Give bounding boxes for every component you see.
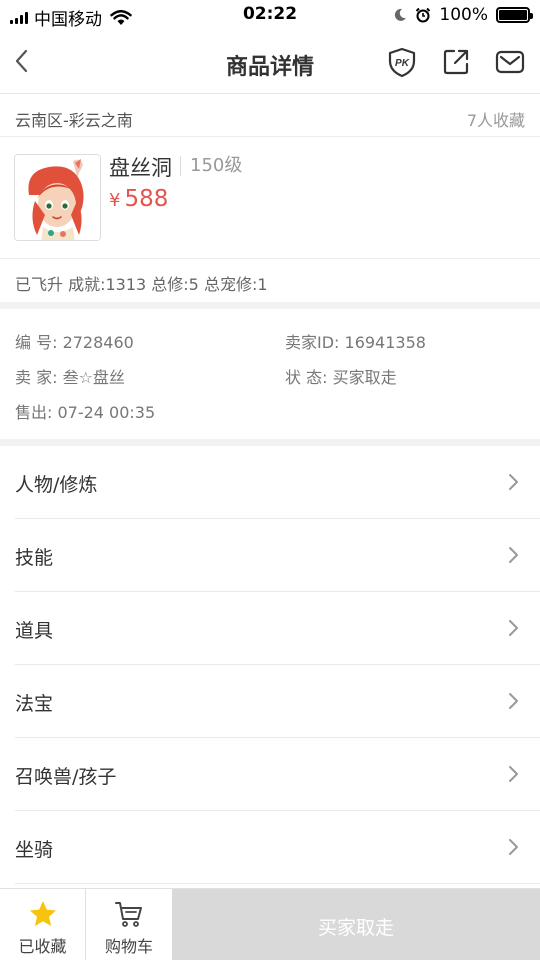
moon-icon bbox=[395, 8, 407, 21]
seller-id: 卖家ID: 16941358 bbox=[285, 333, 426, 352]
character-name: 盘丝洞 bbox=[109, 156, 172, 180]
message-icon[interactable] bbox=[494, 46, 526, 78]
sold-time: 售出: 07-24 00:35 bbox=[15, 403, 156, 422]
favorite-label: 已收藏 bbox=[18, 937, 67, 956]
product-summary[interactable]: 盘丝洞 150级 ¥588 bbox=[0, 137, 540, 258]
buy-button[interactable]: 买家取走 bbox=[172, 889, 540, 960]
character-avatar[interactable] bbox=[14, 154, 101, 241]
price-symbol: ¥ bbox=[109, 190, 121, 211]
order-info: 编 号: 2728460 卖家ID: 16941358 卖 家: 叁☆盘丝 状 … bbox=[0, 309, 540, 439]
server-name: 云南区-彩云之南 bbox=[15, 111, 133, 130]
chevron-right-icon bbox=[509, 547, 518, 563]
chevron-right-icon bbox=[509, 766, 518, 782]
buy-button-label: 买家取走 bbox=[317, 917, 394, 939]
menu-item-summons[interactable]: 召唤兽/孩子 bbox=[15, 738, 540, 811]
status-bar: 中国移动 02:22 100% bbox=[0, 0, 540, 30]
character-level: 150级 bbox=[180, 156, 242, 176]
favorite-button[interactable]: 已收藏 bbox=[0, 889, 86, 960]
price-value: 588 bbox=[124, 186, 169, 212]
menu-item-treasures[interactable]: 法宝 bbox=[15, 665, 540, 738]
battery-icon bbox=[496, 7, 533, 23]
menu-item-label: 召唤兽/孩子 bbox=[15, 766, 117, 788]
chevron-right-icon bbox=[509, 620, 518, 636]
status-right: 100% bbox=[393, 5, 533, 25]
character-stats: 已飞升 成就:1313 总修:5 总宠修:1 bbox=[15, 275, 268, 294]
section-divider bbox=[0, 439, 540, 446]
menu-item-items[interactable]: 道具 bbox=[15, 592, 540, 665]
nav-bar: 商品详情 PK bbox=[0, 30, 540, 94]
order-status: 状 态: 买家取走 bbox=[285, 368, 397, 387]
menu-item-character[interactable]: 人物/修炼 bbox=[15, 446, 540, 519]
section-divider bbox=[0, 302, 540, 309]
character-portrait-icon bbox=[15, 155, 100, 240]
detail-menu: 人物/修炼 技能 道具 法宝 召唤兽/孩子 坐骑 bbox=[0, 446, 540, 884]
menu-item-label: 人物/修炼 bbox=[15, 474, 98, 496]
menu-item-label: 法宝 bbox=[15, 693, 54, 715]
alarm-icon bbox=[416, 7, 431, 23]
item-id: 编 号: 2728460 bbox=[15, 333, 134, 352]
menu-item-label: 技能 bbox=[15, 547, 54, 569]
star-icon bbox=[30, 901, 56, 926]
bottom-action-bar: 已收藏 购物车 买家取走 bbox=[0, 888, 540, 960]
chevron-right-icon bbox=[509, 693, 518, 709]
chevron-right-icon bbox=[509, 474, 518, 490]
nav-actions: PK bbox=[386, 46, 526, 78]
cart-button[interactable]: 购物车 bbox=[86, 889, 172, 960]
stats-row: 已飞升 成就:1313 总修:5 总宠修:1 bbox=[0, 258, 540, 302]
menu-item-label: 坐骑 bbox=[15, 839, 54, 861]
battery-fill bbox=[499, 10, 527, 20]
menu-item-skills[interactable]: 技能 bbox=[15, 519, 540, 592]
pk-label: PK bbox=[395, 58, 410, 69]
menu-item-mounts[interactable]: 坐骑 bbox=[15, 811, 540, 884]
favorites-count: 7人收藏 bbox=[466, 111, 525, 130]
server-row: 云南区-彩云之南 7人收藏 bbox=[0, 95, 540, 137]
chevron-right-icon bbox=[509, 839, 518, 855]
pk-compare-icon[interactable]: PK bbox=[386, 46, 418, 78]
battery-percent: 100% bbox=[439, 5, 488, 25]
cart-label: 购物车 bbox=[104, 937, 153, 956]
cart-icon bbox=[115, 902, 142, 927]
menu-item-label: 道具 bbox=[15, 620, 54, 642]
price: ¥588 bbox=[109, 186, 168, 212]
share-icon[interactable] bbox=[440, 46, 472, 78]
seller-name: 卖 家: 叁☆盘丝 bbox=[15, 368, 125, 387]
